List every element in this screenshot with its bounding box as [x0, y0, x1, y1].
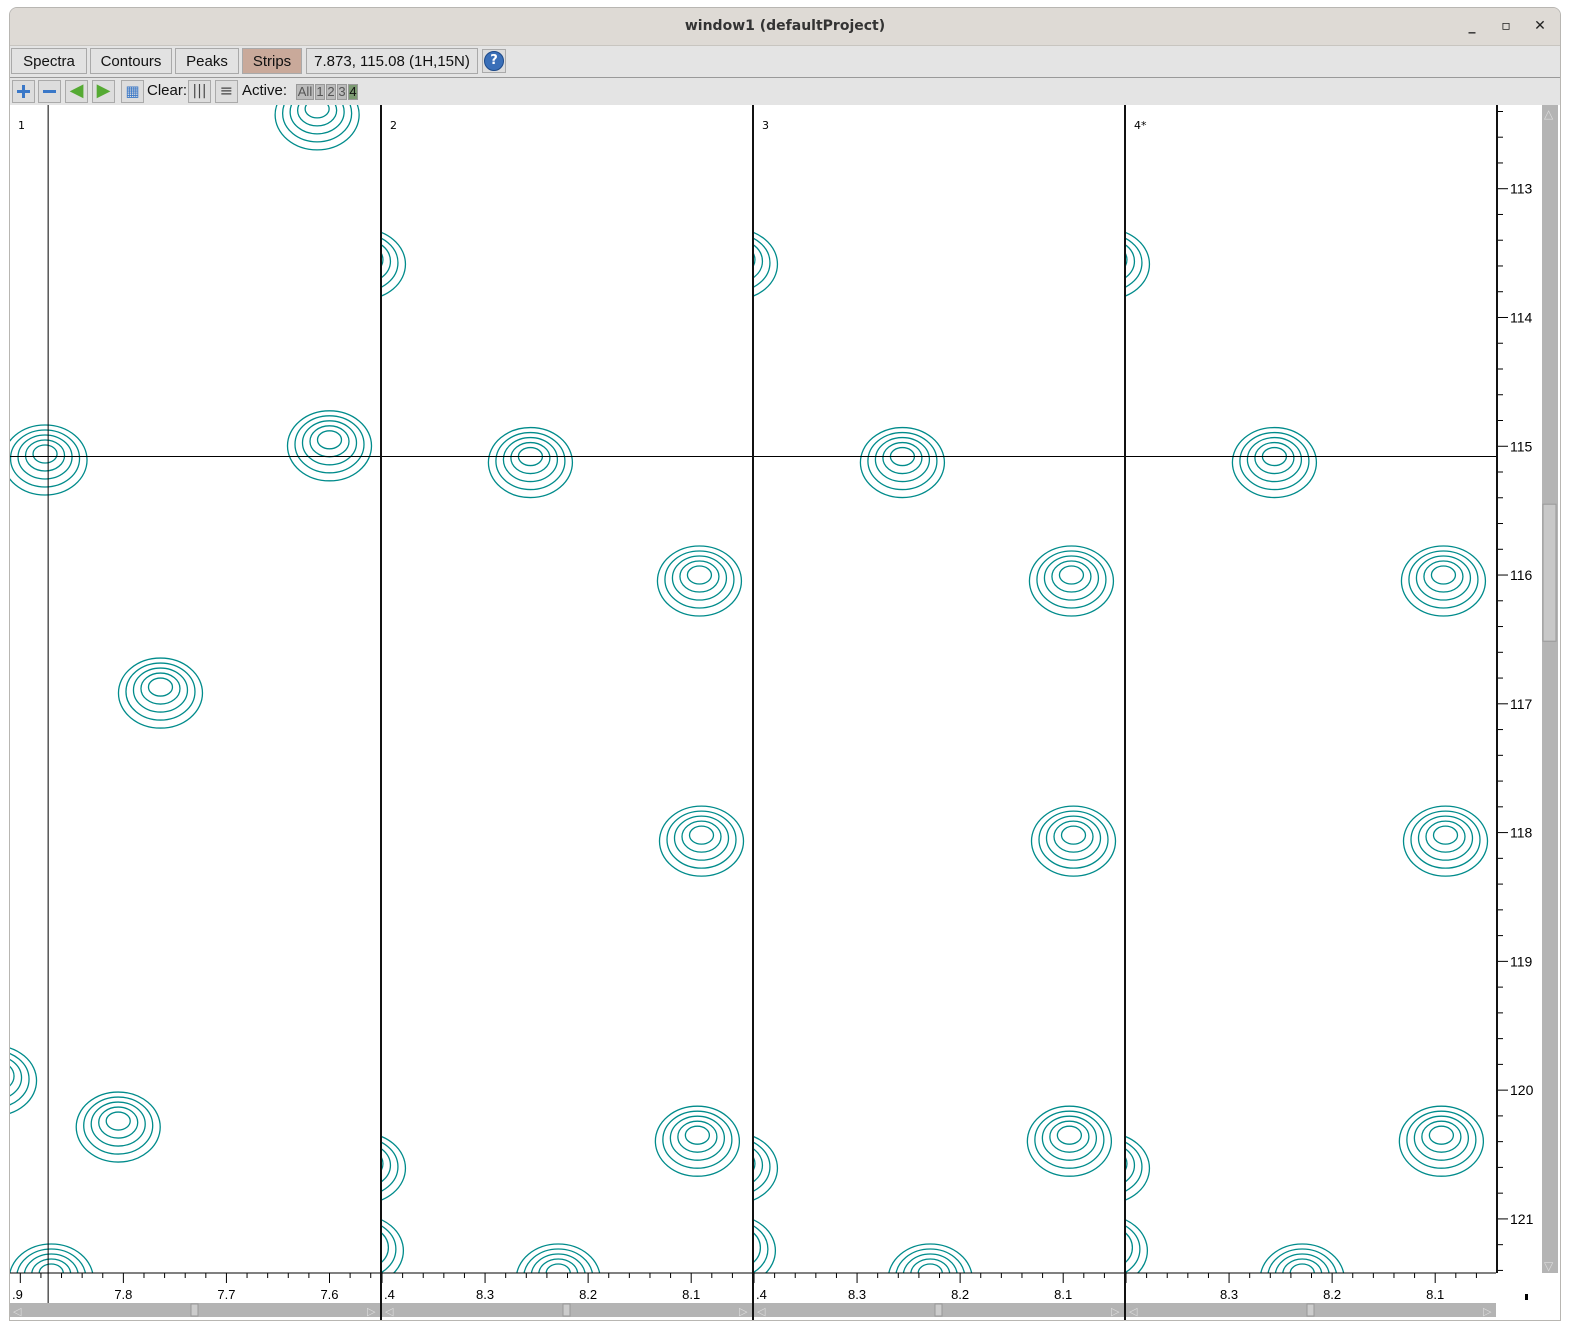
x-tick-label: 8.1 [1054, 1287, 1072, 1302]
window-title: window1 (defaultProject) [684, 18, 886, 34]
plus-icon[interactable] [12, 80, 35, 103]
tab-peaks[interactable]: Peaks [175, 48, 239, 74]
y-tick-label: 115 [1510, 438, 1533, 454]
x-tick-label: 7.7 [217, 1287, 235, 1302]
active-3[interactable]: 3 [337, 84, 347, 100]
scroll-right-icon[interactable]: ▷ [1483, 1305, 1492, 1318]
vertical-scrollbar[interactable]: △▽ [1542, 105, 1558, 1273]
y-tick-label: 121 [1510, 1211, 1534, 1227]
active-label: Active: [242, 82, 288, 99]
strip-divider[interactable] [380, 105, 382, 1320]
corner-marker [1525, 1294, 1528, 1300]
toolbar: ◀ ▶ ▦ Clear: ||| ≡ Active: All 1 2 3 4 [10, 78, 1560, 106]
minus-icon[interactable] [38, 80, 61, 103]
scroll-left-icon[interactable]: ◁ [385, 1305, 394, 1318]
x-tick-label: 8.3 [1220, 1287, 1238, 1302]
scroll-thumb[interactable] [190, 1303, 199, 1317]
scroll-right-icon[interactable]: ▷ [367, 1305, 376, 1318]
x-tick-label: .4 [384, 1287, 395, 1302]
horizontal-scrollbar[interactable]: ◁ ▷ [1126, 1303, 1496, 1318]
clear-label: Clear: [147, 82, 188, 99]
y-tick-label: 118 [1510, 825, 1533, 841]
y-tick-label: 116 [1510, 567, 1533, 583]
scroll-down-icon[interactable]: ▽ [1544, 1259, 1554, 1273]
active-1[interactable]: 1 [315, 84, 325, 100]
tab-contours[interactable]: Contours [90, 48, 172, 74]
close-icon[interactable]: ✕ [1530, 16, 1550, 36]
y-tick-label: 120 [1510, 1082, 1534, 1098]
scroll-right-icon[interactable]: ▷ [739, 1305, 748, 1318]
x-tick-label: 8.1 [682, 1287, 700, 1302]
strip-label: 3 [762, 119, 769, 132]
y-tick-label: 114 [1510, 309, 1533, 325]
corner [1498, 1273, 1560, 1320]
scroll-thumb[interactable] [934, 1303, 943, 1317]
maximize-icon[interactable]: ▫ [1496, 16, 1516, 36]
scroll-left-icon[interactable]: ◁ [1129, 1305, 1138, 1318]
minimize-icon[interactable]: _ [1462, 16, 1482, 36]
strip-layout-icon[interactable]: ▦ [121, 80, 144, 103]
tab-strips[interactable]: Strips [242, 48, 302, 74]
y-tick-label: 119 [1510, 953, 1533, 969]
spectrum-strips[interactable]: 1.9 7.8 7.7 7.6◁ ▷2.4 8.3 8.2 8.1◁ ▷3.4 8.3 8.2 8.1… [10, 105, 1560, 1320]
strip-divider[interactable] [752, 105, 754, 1320]
tab-spectra[interactable]: Spectra [11, 48, 87, 74]
active-all[interactable]: All [296, 84, 314, 100]
strip-label: 1 [18, 119, 25, 132]
title-bar: window1 (defaultProject) _ ▫ ✕ [10, 8, 1560, 46]
strip-label: 4* [1134, 119, 1147, 132]
scroll-up-icon[interactable]: △ [1544, 107, 1554, 121]
tab-bar: Spectra Contours Peaks Strips 7.873, 115… [10, 46, 1560, 78]
x-tick-label: .4 [756, 1287, 767, 1302]
active-2[interactable]: 2 [326, 84, 336, 100]
x-tick-label: .9 [12, 1287, 23, 1302]
y-tick-label: 113 [1510, 181, 1533, 197]
question-circle-icon[interactable]: ? [482, 49, 506, 73]
horizontal-scrollbar[interactable]: ◁ ▷ [10, 1303, 380, 1318]
arrow-left-icon[interactable]: ◀ [65, 80, 88, 103]
scroll-thumb[interactable] [562, 1303, 571, 1317]
clear-vertical-icon[interactable]: ||| [188, 80, 211, 103]
scroll-left-icon[interactable]: ◁ [757, 1305, 766, 1318]
scroll-thumb[interactable] [1306, 1303, 1315, 1317]
x-tick-label: 8.2 [579, 1287, 597, 1302]
clear-horizontal-icon[interactable]: ≡ [215, 80, 238, 103]
strip-label: 2 [390, 119, 397, 132]
plot-background [10, 105, 1560, 1320]
y-tick-label: 117 [1510, 696, 1533, 712]
strip-divider [1496, 105, 1498, 1273]
window: window1 (defaultProject) _ ▫ ✕ Spectra C… [9, 7, 1561, 1321]
horizontal-scrollbar[interactable]: ◁ ▷ [382, 1303, 752, 1318]
x-tick-label: 8.2 [951, 1287, 969, 1302]
horizontal-scrollbar[interactable]: ◁ ▷ [754, 1303, 1124, 1318]
x-tick-label: 8.2 [1323, 1287, 1341, 1302]
scroll-right-icon[interactable]: ▷ [1111, 1305, 1120, 1318]
x-tick-label: 7.6 [320, 1287, 338, 1302]
active-4[interactable]: 4 [348, 84, 358, 100]
scroll-thumb[interactable] [1542, 503, 1557, 642]
strip-divider[interactable] [1124, 105, 1126, 1320]
x-tick-label: 8.3 [848, 1287, 866, 1302]
scroll-left-icon[interactable]: ◁ [13, 1305, 22, 1318]
x-tick-label: 7.8 [114, 1287, 132, 1302]
x-tick-label: 8.1 [1426, 1287, 1444, 1302]
cursor-readout: 7.873, 115.08 (1H,15N) [306, 48, 478, 74]
arrow-right-icon[interactable]: ▶ [92, 80, 115, 103]
x-tick-label: 8.3 [476, 1287, 494, 1302]
